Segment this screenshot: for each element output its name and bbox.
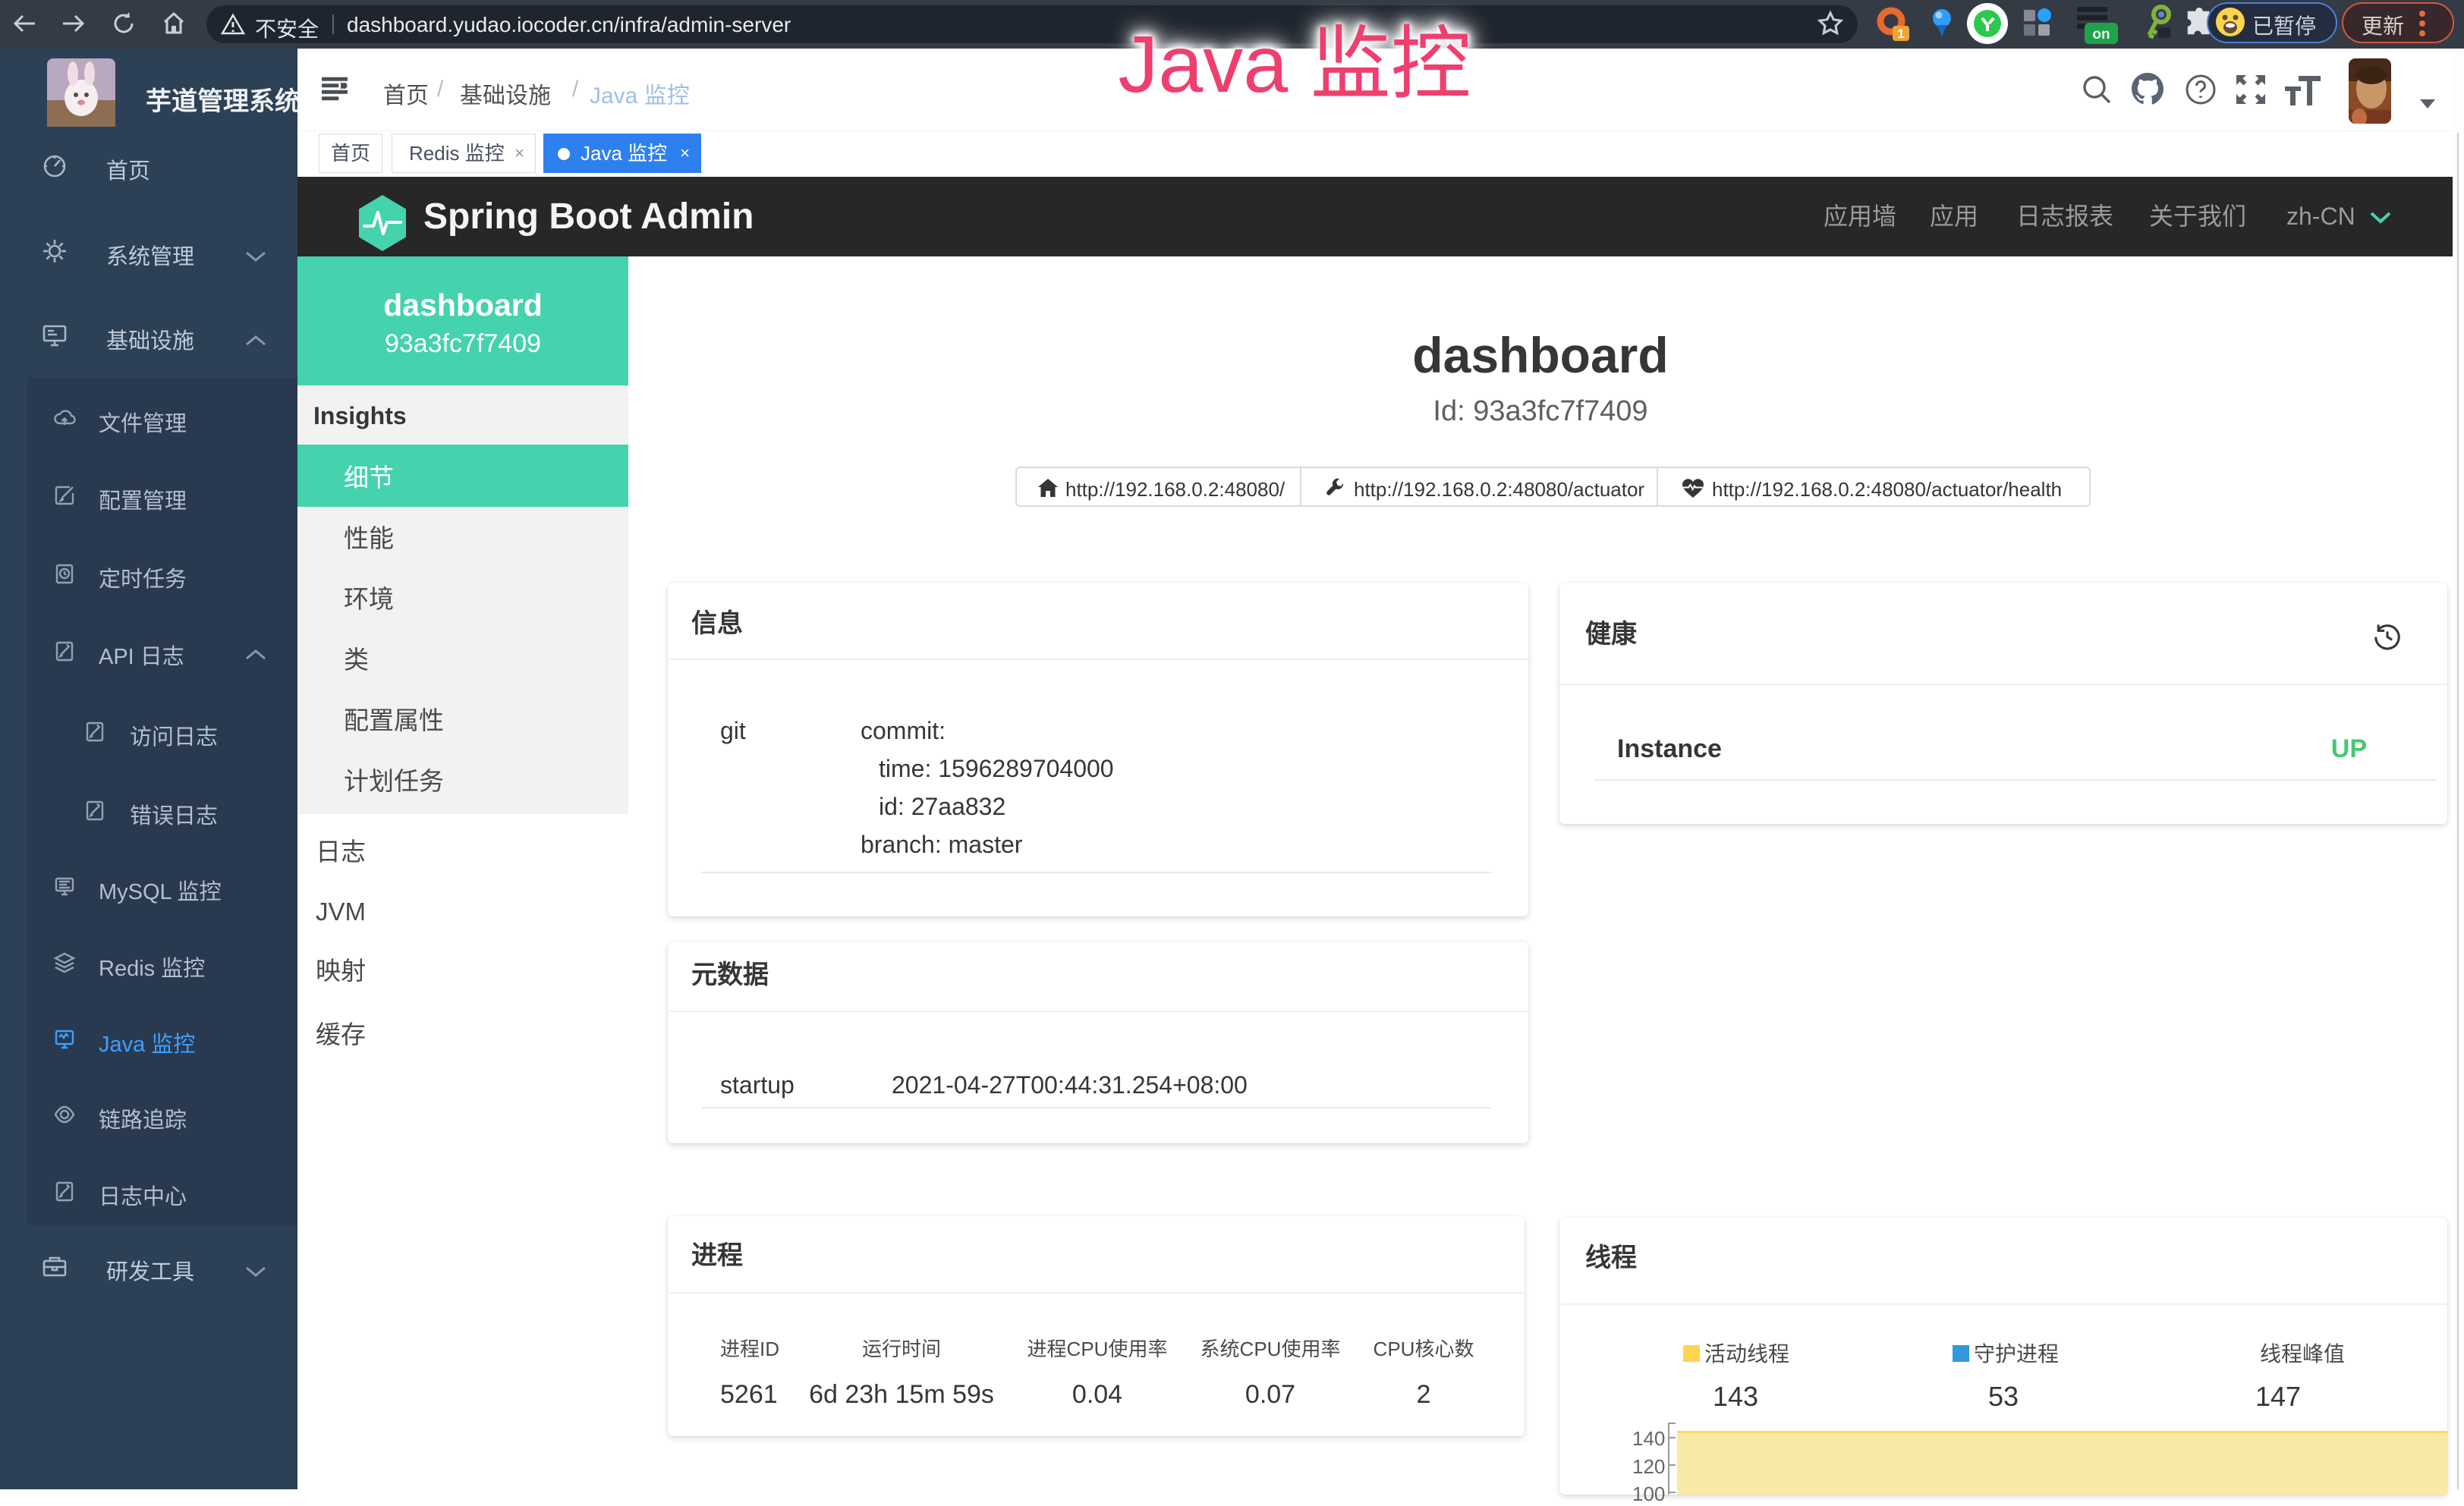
svg-text:on: on [2092, 27, 2110, 42]
svg-text:1: 1 [1897, 27, 1904, 41]
